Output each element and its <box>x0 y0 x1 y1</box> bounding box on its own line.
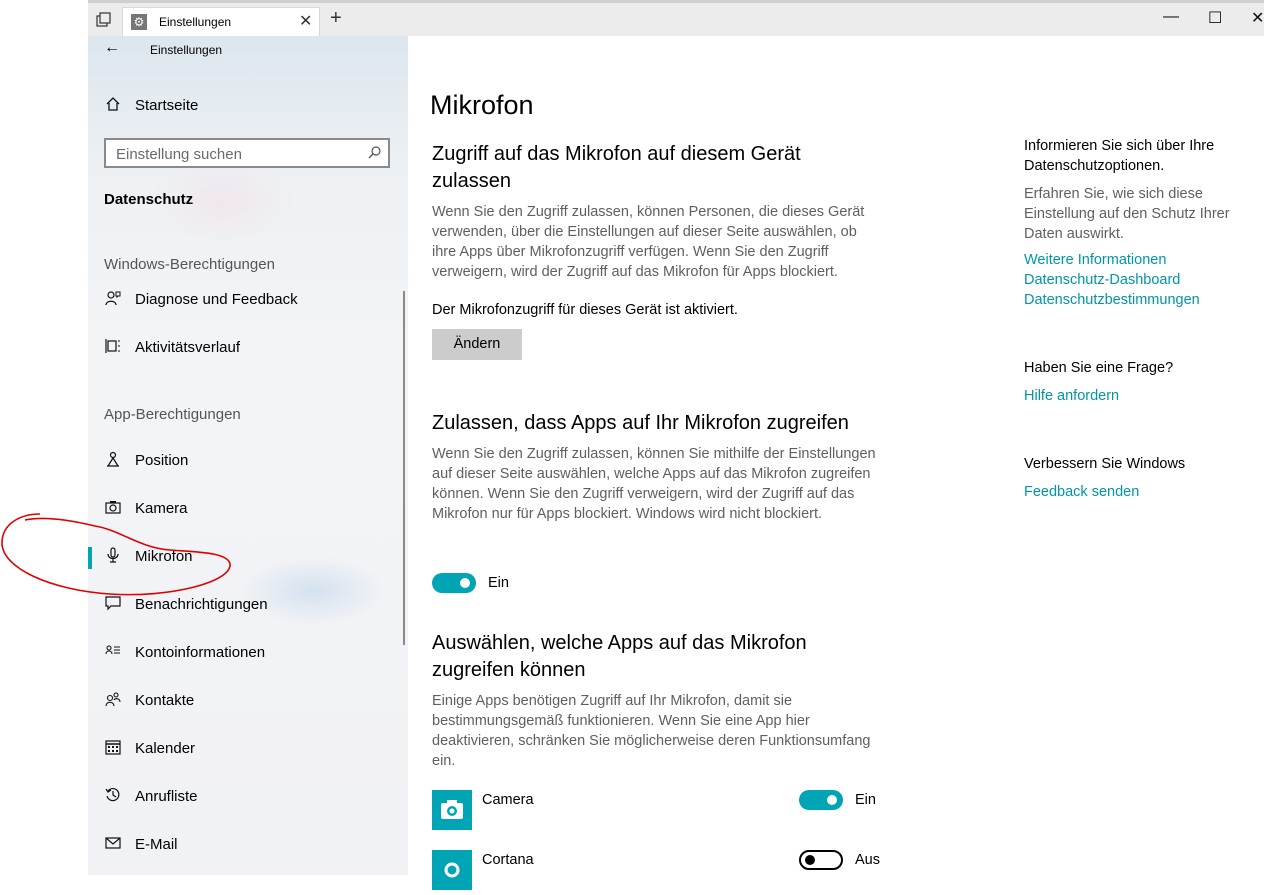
page-title: Mikrofon <box>430 90 534 120</box>
contacts-icon <box>104 691 122 709</box>
sidebar-item-call-history[interactable]: Anrufliste <box>88 777 403 817</box>
back-arrow-icon[interactable]: ← <box>104 39 120 57</box>
privacy-options-heading: Informieren Sie sich über Ihre Datenschu… <box>1024 138 1215 174</box>
account-info-icon <box>104 643 122 661</box>
device-access-status: Der Mikrofonzugriff für dieses Gerät ist… <box>432 302 738 318</box>
choose-apps-description: Einige Apps benötigen Zugriff auf Ihr Mi… <box>432 693 871 769</box>
apps-access-description: Wenn Sie den Zugriff zulassen, können Si… <box>432 446 876 522</box>
email-icon <box>104 835 122 853</box>
tab-overview-icon[interactable] <box>96 12 112 28</box>
calendar-icon <box>104 739 122 757</box>
privacy-dashboard-link[interactable]: Datenschutz-Dashboard <box>1024 270 1254 290</box>
device-access-description: Wenn Sie den Zugriff zulassen, können Pe… <box>432 204 865 280</box>
toggle-knob <box>460 578 470 588</box>
gear-icon: ⚙ <box>131 14 147 30</box>
app-name: Cortana <box>482 852 534 868</box>
sidebar-scrollbar[interactable] <box>403 291 405 645</box>
call-history-icon <box>104 787 122 805</box>
sidebar-item-calendar[interactable]: Kalender <box>88 729 403 769</box>
improve-windows-heading: Verbessern Sie Windows <box>1024 456 1186 472</box>
minimize-icon[interactable]: — <box>1163 8 1179 26</box>
new-tab-icon[interactable]: + <box>330 7 342 30</box>
device-access-heading: Zugriff auf das Mikrofon auf diesem Gerä… <box>432 143 801 192</box>
search-input[interactable]: Einstellung suchen <box>104 138 390 168</box>
sidebar-item-label: Startseite <box>135 97 199 114</box>
app-title: Einstellungen <box>150 43 223 57</box>
tab-settings[interactable]: ⚙ Einstellungen ✕ <box>122 7 320 36</box>
sidebar-item-diagnostics[interactable]: Diagnose und Feedback <box>88 280 403 320</box>
sidebar-item-label: Position <box>135 452 189 469</box>
toggle-knob <box>827 795 837 805</box>
privacy-statement-link[interactable]: Datenschutzbestimmungen <box>1024 290 1254 310</box>
search-icon <box>368 145 382 162</box>
section-heading-apps: App-Berechtigungen <box>104 406 241 423</box>
toggle-knob <box>805 855 815 865</box>
change-button[interactable]: Ändern <box>432 329 522 360</box>
question-heading: Haben Sie eine Frage? <box>1024 360 1174 376</box>
sidebar-item-label: Kontoinformationen <box>135 644 266 661</box>
maximize-icon[interactable]: ☐ <box>1208 8 1222 28</box>
title-bar: ⚙ Einstellungen ✕ + — ☐ ✕ <box>88 0 1264 36</box>
sidebar-item-contacts[interactable]: Kontakte <box>88 681 403 721</box>
activity-history-icon <box>104 338 122 356</box>
group-title: Datenschutz <box>104 191 194 208</box>
more-info-link[interactable]: Weitere Informationen <box>1024 250 1254 270</box>
get-help-link[interactable]: Hilfe anfordern <box>1024 386 1254 406</box>
sidebar-item-email[interactable]: E-Mail <box>88 825 403 865</box>
diagnostics-icon <box>104 290 122 308</box>
camera-app-toggle[interactable] <box>799 790 843 810</box>
sidebar-item-label: Anrufliste <box>135 788 198 805</box>
tab-close-icon[interactable]: ✕ <box>299 11 312 31</box>
close-icon[interactable]: ✕ <box>1251 8 1264 28</box>
apps-access-heading: Zulassen, dass Apps auf Ihr Mikrofon zug… <box>432 412 849 434</box>
cortana-app-icon <box>432 850 472 890</box>
sidebar: ← Einstellungen Startseite Einstellung s… <box>88 36 408 875</box>
sidebar-item-label: Diagnose und Feedback <box>135 291 298 308</box>
location-icon <box>104 451 122 469</box>
sidebar-item-activity-history[interactable]: Aktivitätsverlauf <box>88 328 403 368</box>
sidebar-item-home[interactable]: Startseite <box>88 86 403 126</box>
send-feedback-link[interactable]: Feedback senden <box>1024 482 1254 502</box>
choose-apps-heading: Auswählen, welche Apps auf das Mikrofon … <box>432 632 807 681</box>
section-heading-windows: Windows-Berechtigungen <box>104 256 275 273</box>
privacy-options-text: Erfahren Sie, wie sich diese Einstellung… <box>1024 186 1230 242</box>
sidebar-item-position[interactable]: Position <box>88 441 403 481</box>
sidebar-item-label: Benachrichtigungen <box>135 596 268 613</box>
search-placeholder: Einstellung suchen <box>116 146 242 163</box>
camera-app-toggle-label: Ein <box>855 792 876 808</box>
apps-access-toggle-label: Ein <box>488 575 509 591</box>
sidebar-item-label: E-Mail <box>135 836 178 853</box>
sidebar-item-account-info[interactable]: Kontoinformationen <box>88 633 403 673</box>
sidebar-item-label: Aktivitätsverlauf <box>135 339 241 356</box>
home-icon <box>104 96 122 114</box>
app-name: Camera <box>482 792 534 808</box>
sidebar-item-label: Kalender <box>135 740 196 757</box>
apps-access-toggle[interactable] <box>432 573 476 593</box>
cortana-app-toggle[interactable] <box>799 850 843 870</box>
cortana-app-toggle-label: Aus <box>855 852 880 868</box>
tab-title: Einstellungen <box>159 15 232 29</box>
camera-app-icon <box>432 790 472 830</box>
sidebar-item-label: Kontakte <box>135 692 195 709</box>
red-annotation-circle <box>1 513 231 596</box>
